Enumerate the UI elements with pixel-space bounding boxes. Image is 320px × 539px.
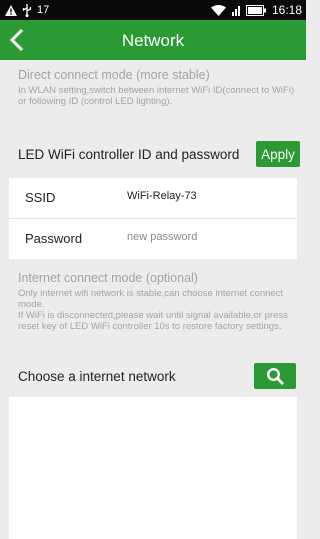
status-bar-right: 16:18 <box>210 3 302 17</box>
search-icon <box>266 367 284 385</box>
signal-icon <box>231 5 240 16</box>
app-header: Network <box>0 20 306 60</box>
apply-button[interactable]: Apply <box>256 141 300 167</box>
battery-icon <box>245 4 266 16</box>
direct-mode-title: Direct connect mode (more stable) <box>18 68 210 82</box>
password-input[interactable] <box>127 231 287 243</box>
internet-mode-section: Internet connect mode (optional) Only in… <box>18 271 296 332</box>
controller-heading: LED WiFi controller ID and password <box>18 147 240 162</box>
status-number: 17 <box>37 4 50 16</box>
password-label: Password <box>25 231 83 246</box>
internet-mode-reset-note: If WiFi is disconnected,please wait unti… <box>18 310 288 332</box>
internet-mode-title: Internet connect mode (optional) <box>18 271 198 285</box>
choose-network-heading: Choose a internet network <box>18 369 176 384</box>
status-bar: 17 16:18 <box>0 0 306 20</box>
usb-icon <box>22 3 32 17</box>
network-list[interactable] <box>9 397 297 539</box>
search-button[interactable] <box>254 363 296 389</box>
internet-mode-description: Only internet wifi network is stable,can… <box>18 288 284 310</box>
page-title: Network <box>121 31 185 50</box>
alert-icon <box>5 4 17 16</box>
ssid-row: SSID WiFi-Relay-73 <box>9 178 297 219</box>
ssid-label: SSID <box>25 190 56 205</box>
status-time: 16:18 <box>271 3 302 17</box>
status-bar-left: 17 <box>5 3 49 17</box>
wifi-icon <box>210 4 226 16</box>
credentials-card: SSID WiFi-Relay-73 Password <box>9 178 297 259</box>
ssid-value[interactable]: WiFi-Relay-73 <box>127 190 287 202</box>
direct-mode-description: In WLAN setting,switch between internet … <box>18 85 295 107</box>
direct-mode-section: Direct connect mode (more stable) In WLA… <box>18 68 296 107</box>
password-row: Password <box>9 219 297 259</box>
